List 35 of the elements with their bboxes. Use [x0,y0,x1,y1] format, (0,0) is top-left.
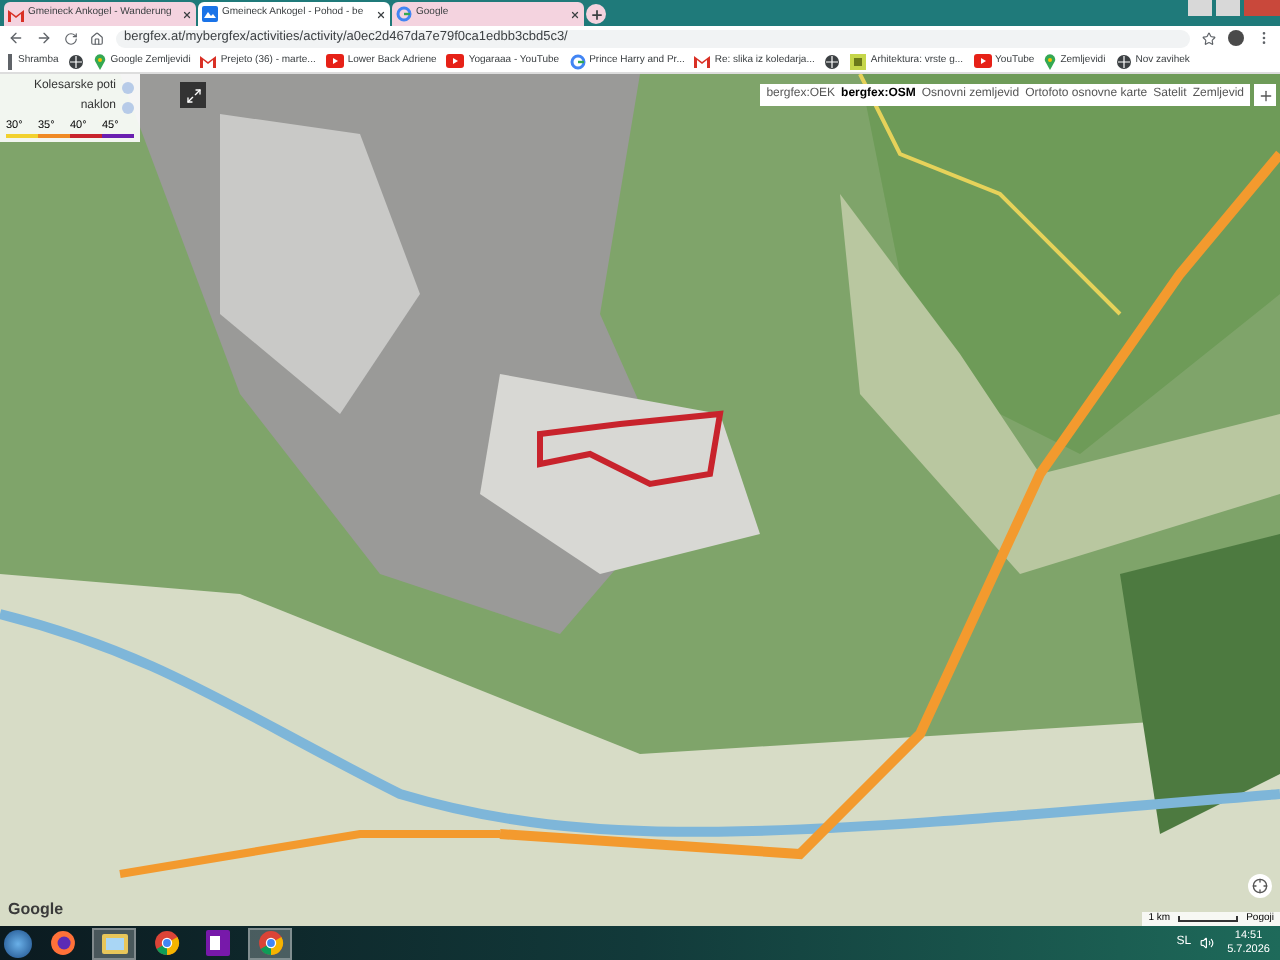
taskbar-button[interactable] [92,927,136,959]
taskbar-button[interactable] [248,927,292,959]
close-icon[interactable] [570,9,580,19]
scale-bar-icon [1178,916,1239,922]
back-icon[interactable] [8,30,24,46]
fullscreen-button[interactable] [180,82,206,108]
zoom-in-button[interactable] [1254,84,1276,106]
plus-icon [589,7,603,21]
expand-icon [185,87,201,103]
google-icon [569,53,586,69]
star-icon[interactable] [1202,31,1216,45]
google-icon [396,6,412,22]
plus-icon [1257,87,1273,103]
chrome-icon [257,930,283,956]
reload-icon[interactable] [64,31,78,45]
avatar-icon[interactable] [1228,30,1244,46]
mail-icon [694,54,711,68]
forward-icon[interactable] [36,30,52,46]
firefox-icon [49,930,75,956]
mountain-icon [202,6,218,22]
map-logo: Google [8,898,64,922]
chrome-icon [153,930,179,956]
mail-icon [200,54,217,68]
home-icon[interactable] [90,31,104,45]
crosshair-icon [1252,878,1268,894]
mail-icon [8,7,24,21]
speaker-icon[interactable] [1199,936,1214,950]
new-tab-button[interactable] [586,4,606,24]
document-icon [850,53,867,69]
pin-icon [94,53,107,69]
close-icon[interactable] [376,9,386,19]
notebook-icon [206,930,230,956]
pin-icon [1044,53,1057,69]
start-button[interactable] [4,929,32,957]
close-icon[interactable] [182,9,192,19]
